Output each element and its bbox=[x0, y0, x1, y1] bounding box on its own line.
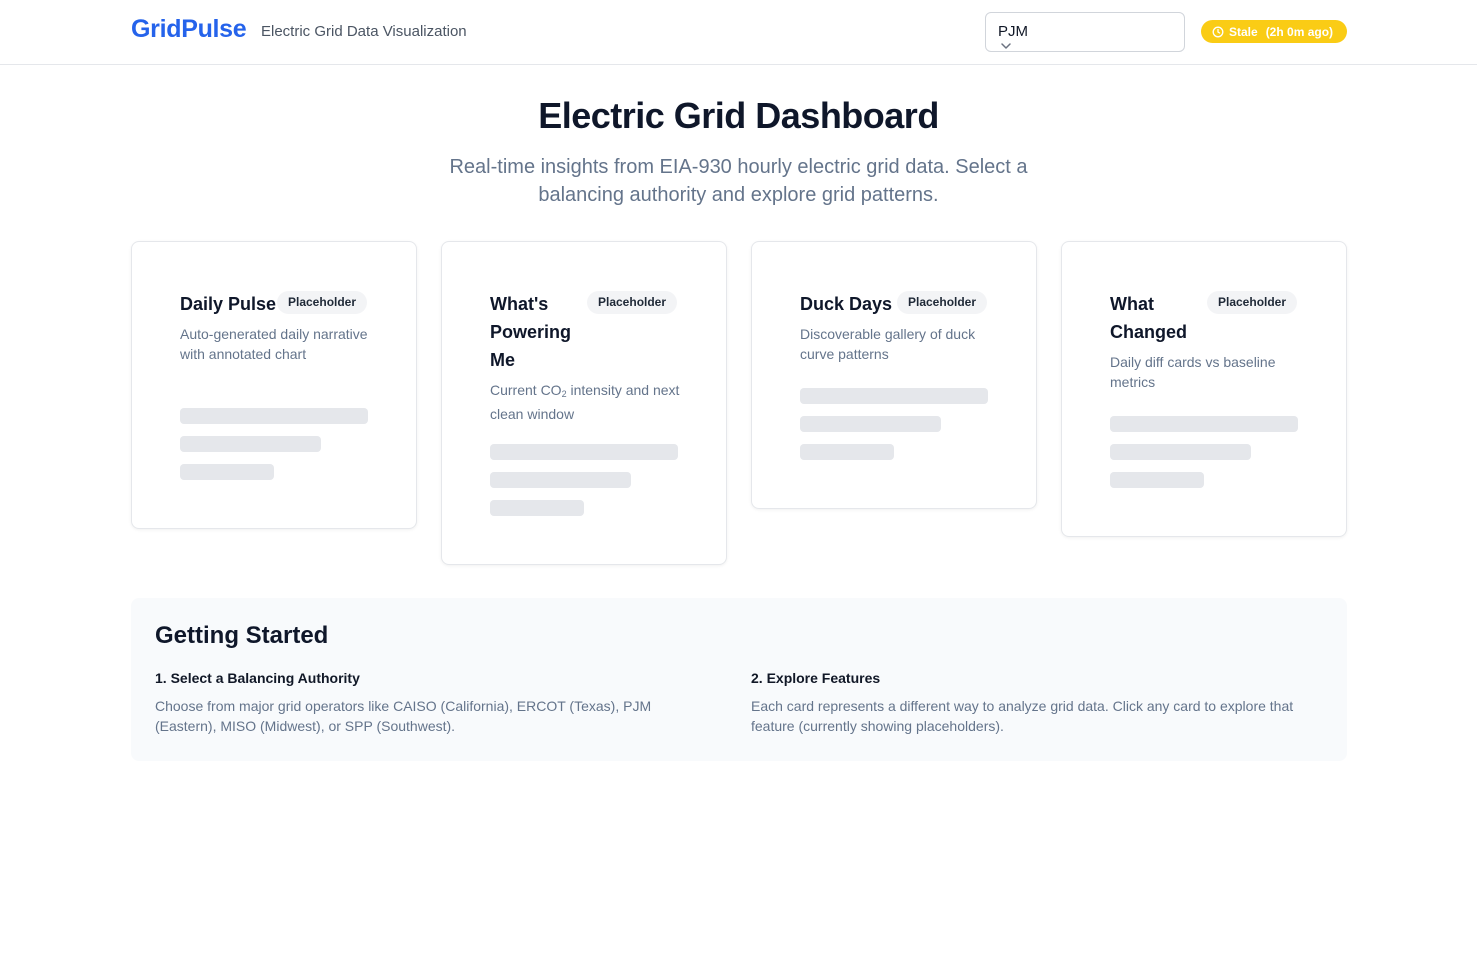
skeleton-line bbox=[490, 472, 631, 488]
skeleton-line bbox=[490, 444, 678, 460]
skeleton-line bbox=[800, 388, 988, 404]
step-title: 1. Select a Balancing Authority bbox=[155, 670, 360, 686]
app-logo[interactable]: GridPulse bbox=[131, 15, 247, 44]
skeleton-line bbox=[180, 436, 321, 452]
skeleton-line bbox=[800, 416, 941, 432]
balancing-authority-value: PJM bbox=[998, 23, 1028, 40]
card-description: Discoverable gallery of duck curve patte… bbox=[800, 326, 976, 362]
app-tagline: Electric Grid Data Visualization bbox=[261, 23, 467, 40]
skeleton-line bbox=[1110, 416, 1298, 432]
card-description: Daily diff cards vs baseline metrics bbox=[1110, 354, 1276, 390]
card-whats-powering-me[interactable]: What's Powering Me Placeholder Current C… bbox=[441, 241, 727, 565]
step-text: Each card represents a different way to … bbox=[751, 698, 1294, 734]
card-title: Duck Days bbox=[800, 294, 893, 314]
card-duck-days[interactable]: Duck Days Placeholder Discoverable galle… bbox=[751, 241, 1037, 509]
placeholder-badge: Placeholder bbox=[587, 291, 678, 314]
skeleton-line bbox=[180, 464, 274, 480]
skeleton-line bbox=[1110, 472, 1204, 488]
placeholder-badge: Placeholder bbox=[897, 291, 988, 314]
getting-started-title: Getting Started bbox=[155, 622, 329, 649]
stale-status-badge: Stale (2h 0m ago) bbox=[1201, 20, 1347, 43]
chevron-down-icon bbox=[1001, 43, 1011, 49]
card-daily-pulse[interactable]: Daily Pulse Placeholder Auto-generated d… bbox=[131, 241, 417, 529]
placeholder-badge: Placeholder bbox=[277, 291, 368, 314]
card-title: What Changed bbox=[1110, 294, 1188, 342]
card-what-changed[interactable]: What Changed Placeholder Daily diff card… bbox=[1061, 241, 1347, 537]
step-title: 2. Explore Features bbox=[751, 670, 881, 686]
card-title: Daily Pulse bbox=[180, 294, 277, 314]
stale-label: Stale bbox=[1229, 24, 1258, 39]
stale-age: (2h 0m ago) bbox=[1265, 24, 1334, 39]
page-title: Electric Grid Dashboard bbox=[538, 95, 939, 136]
step-text: Choose from major grid operators like CA… bbox=[155, 698, 652, 734]
card-description: Auto-generated daily narrative with anno… bbox=[180, 326, 368, 362]
card-description: Current CO2 intensity and next clean win… bbox=[490, 382, 680, 422]
skeleton-line bbox=[1110, 444, 1251, 460]
clock-icon bbox=[1212, 26, 1224, 37]
page-subtitle: Real-time insights from EIA-930 hourly e… bbox=[449, 156, 1028, 206]
card-title: What's Powering Me bbox=[490, 294, 572, 370]
getting-started-panel: Getting Started 1. Select a Balancing Au… bbox=[131, 598, 1347, 761]
placeholder-badge: Placeholder bbox=[1207, 291, 1298, 314]
skeleton-line bbox=[490, 500, 584, 516]
app-header: GridPulse Electric Grid Data Visualizati… bbox=[0, 0, 1477, 65]
balancing-authority-select[interactable]: PJM bbox=[985, 12, 1185, 52]
skeleton-line bbox=[180, 408, 368, 424]
skeleton-line bbox=[800, 444, 894, 460]
